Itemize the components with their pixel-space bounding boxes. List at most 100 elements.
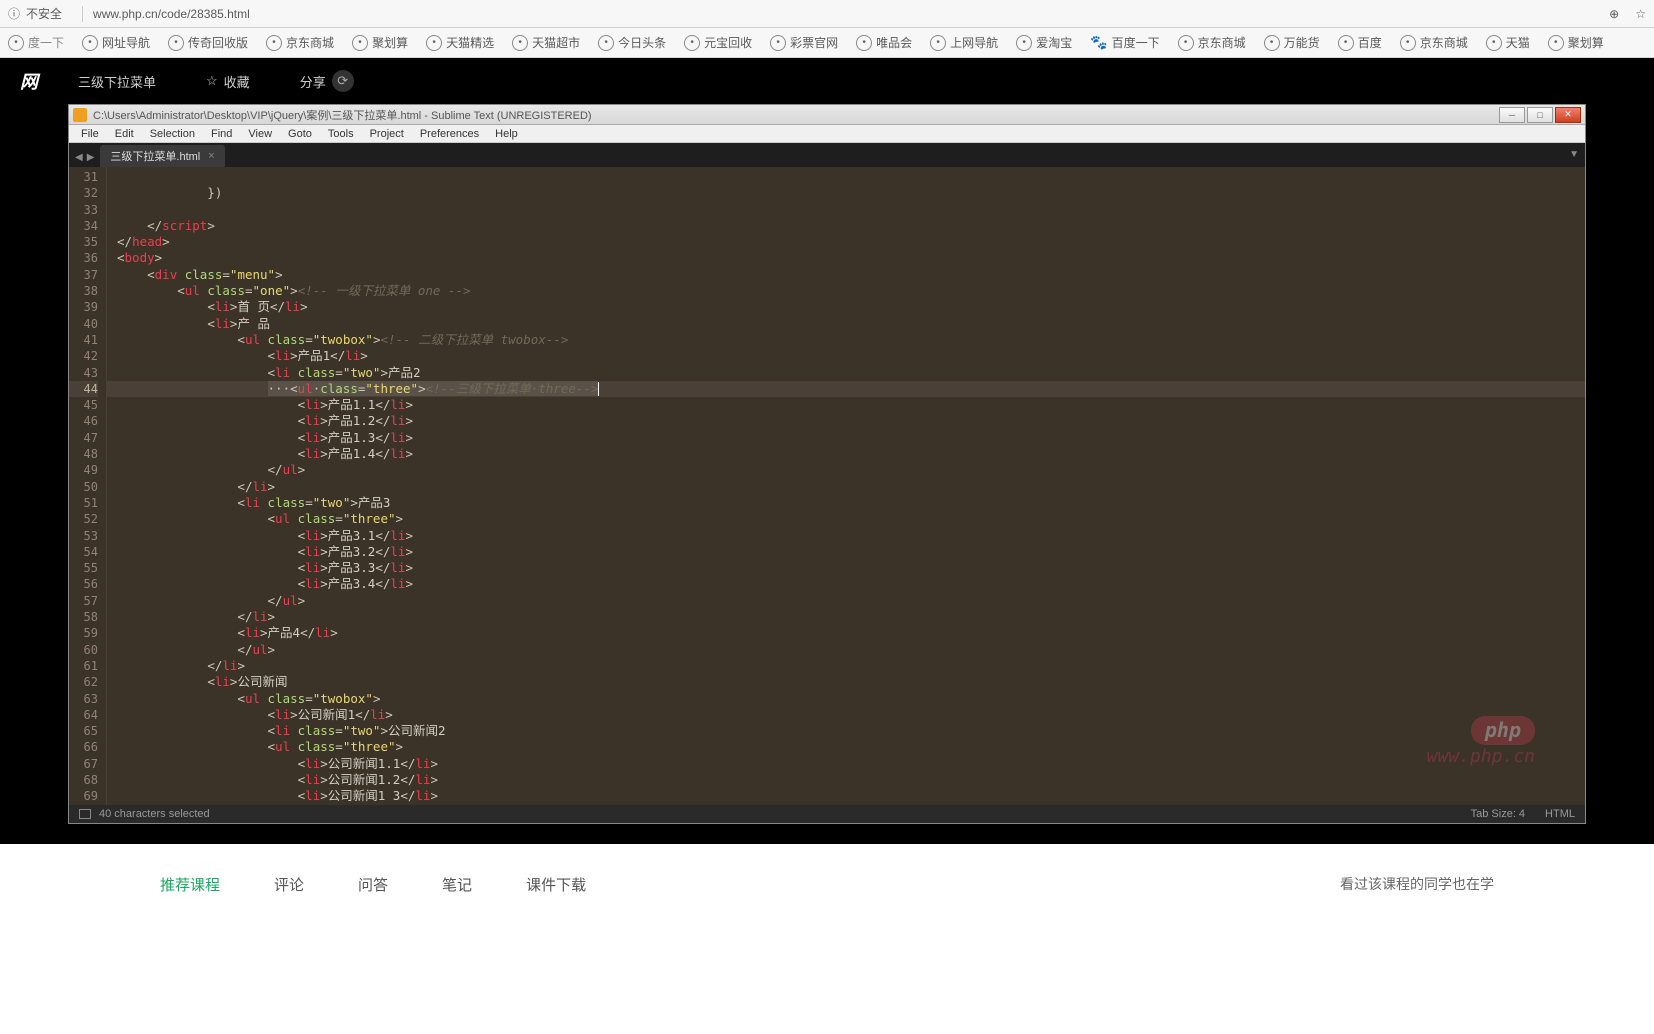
- bookmark-item[interactable]: •京东商城: [1400, 34, 1468, 51]
- menu-find[interactable]: Find: [203, 128, 240, 140]
- bookmark-item[interactable]: •京东商城: [1178, 34, 1246, 51]
- code-line[interactable]: <li>产品1</li>: [107, 348, 1585, 364]
- code-line[interactable]: </li>: [107, 479, 1585, 495]
- tab-nav-back-icon[interactable]: ◀: [75, 152, 83, 163]
- code-area[interactable]: }) </script></head><body> <div class="me…: [107, 167, 1585, 805]
- code-line[interactable]: <li class="two">产品3: [107, 495, 1585, 511]
- bookmark-item[interactable]: •今日头条: [598, 34, 666, 51]
- code-line[interactable]: <li>公司新闻: [107, 674, 1585, 690]
- site-logo[interactable]: 网: [20, 68, 38, 94]
- code-line[interactable]: <li>产品4</li>: [107, 625, 1585, 641]
- code-line[interactable]: <li>产品1.4</li>: [107, 446, 1585, 462]
- bookmark-item[interactable]: •万能货: [1264, 34, 1320, 51]
- footer-tab[interactable]: 问答: [358, 874, 388, 901]
- code-line[interactable]: </script>: [107, 218, 1585, 234]
- tab-nav-forward-icon[interactable]: ▶: [87, 152, 95, 163]
- menu-file[interactable]: File: [73, 128, 107, 140]
- code-line[interactable]: <li>产品1.3</li>: [107, 430, 1585, 446]
- code-line[interactable]: <li>公司新闻1.1</li>: [107, 756, 1585, 772]
- line-number: 43: [69, 365, 98, 381]
- footer-tab[interactable]: 评论: [274, 874, 304, 901]
- minimize-button[interactable]: ─: [1499, 107, 1525, 123]
- code-line[interactable]: </li>: [107, 609, 1585, 625]
- code-line[interactable]: <li class="two">公司新闻2: [107, 723, 1585, 739]
- status-language[interactable]: HTML: [1545, 808, 1575, 820]
- bookmark-item[interactable]: •天猫超市: [512, 34, 580, 51]
- line-number: 34: [69, 218, 98, 234]
- code-line[interactable]: <li>首 页</li>: [107, 299, 1585, 315]
- bookmark-item[interactable]: •彩票官网: [770, 34, 838, 51]
- code-line[interactable]: <li class="two">产品2: [107, 365, 1585, 381]
- bookmark-item[interactable]: •上网导航: [930, 34, 998, 51]
- menu-selection[interactable]: Selection: [142, 128, 203, 140]
- code-line[interactable]: <li>产品1.2</li>: [107, 413, 1585, 429]
- window-titlebar[interactable]: C:\Users\Administrator\Desktop\VIP\jQuer…: [69, 105, 1585, 125]
- code-line[interactable]: <li>产品3.2</li>: [107, 544, 1585, 560]
- code-line[interactable]: <li>产 品: [107, 316, 1585, 332]
- bookmark-item[interactable]: 🐾百度一下: [1090, 34, 1159, 51]
- code-line[interactable]: ···<ul·class="three"><!--三级下拉菜单·three-->: [107, 381, 1585, 397]
- editor[interactable]: 3132333435363738394041424344454647484950…: [69, 167, 1585, 805]
- bookmark-item[interactable]: •聚划算: [352, 34, 408, 51]
- url-text[interactable]: www.php.cn/code/28385.html: [93, 7, 1609, 21]
- code-line[interactable]: <li>产品1.1</li>: [107, 397, 1585, 413]
- nav-share[interactable]: 分享 ⟳: [300, 70, 354, 92]
- code-line[interactable]: <ul class="one"><!-- 一级下拉菜单 one -->: [107, 283, 1585, 299]
- tab-close-icon[interactable]: ×: [208, 150, 214, 162]
- bookmark-icon: •: [1178, 35, 1194, 51]
- bookmark-item[interactable]: •唯品会: [856, 34, 912, 51]
- close-button[interactable]: ✕: [1555, 107, 1581, 123]
- zoom-icon[interactable]: ⊕: [1609, 7, 1619, 21]
- code-line[interactable]: <div class="menu">: [107, 267, 1585, 283]
- bookmark-item[interactable]: •天猫: [1486, 34, 1530, 51]
- star-icon[interactable]: ☆: [1635, 7, 1646, 21]
- code-line[interactable]: <ul class="twobox">: [107, 691, 1585, 707]
- footer-tab[interactable]: 笔记: [442, 874, 472, 901]
- code-line[interactable]: <ul class="three">: [107, 511, 1585, 527]
- menu-help[interactable]: Help: [487, 128, 526, 140]
- nav-favorite[interactable]: ☆ 收藏: [206, 72, 250, 91]
- code-line[interactable]: </li>: [107, 658, 1585, 674]
- code-line[interactable]: <ul class="three">: [107, 739, 1585, 755]
- code-line[interactable]: <li>公司新闻1</li>: [107, 707, 1585, 723]
- code-line[interactable]: <li>公司新闻1.2</li>: [107, 772, 1585, 788]
- bookmark-item[interactable]: •度一下: [8, 34, 64, 51]
- menu-project[interactable]: Project: [362, 128, 412, 140]
- code-line[interactable]: }): [107, 185, 1585, 201]
- code-line[interactable]: </ul>: [107, 642, 1585, 658]
- bookmark-item[interactable]: •爱淘宝: [1016, 34, 1072, 51]
- menu-tools[interactable]: Tools: [320, 128, 362, 140]
- code-line[interactable]: <li>产品3.3</li>: [107, 560, 1585, 576]
- console-icon[interactable]: [79, 809, 91, 819]
- insecure-indicator[interactable]: ⓘ 不安全: [8, 5, 62, 22]
- bookmark-item[interactable]: •网址导航: [82, 34, 150, 51]
- bookmark-item[interactable]: •元宝回收: [684, 34, 752, 51]
- footer-tab[interactable]: 课件下载: [526, 874, 586, 901]
- menu-edit[interactable]: Edit: [107, 128, 142, 140]
- menu-preferences[interactable]: Preferences: [412, 128, 487, 140]
- code-line[interactable]: <li>产品3.4</li>: [107, 576, 1585, 592]
- code-line[interactable]: <body>: [107, 250, 1585, 266]
- tab-dropdown-icon[interactable]: ▼: [1569, 149, 1579, 160]
- code-line[interactable]: [107, 169, 1585, 185]
- code-line[interactable]: [107, 202, 1585, 218]
- code-line[interactable]: </ul>: [107, 462, 1585, 478]
- bookmark-item[interactable]: •天猫精选: [426, 34, 494, 51]
- status-tabsize[interactable]: Tab Size: 4: [1471, 808, 1525, 820]
- info-icon: ⓘ: [8, 5, 20, 22]
- bookmark-item[interactable]: •百度: [1338, 34, 1382, 51]
- menu-view[interactable]: View: [240, 128, 280, 140]
- code-line[interactable]: </ul>: [107, 593, 1585, 609]
- code-line[interactable]: <li>产品3.1</li>: [107, 528, 1585, 544]
- code-line[interactable]: <li>公司新闻1 3</li>: [107, 788, 1585, 804]
- bookmark-item[interactable]: •京东商城: [266, 34, 334, 51]
- code-line[interactable]: </head>: [107, 234, 1585, 250]
- menu-goto[interactable]: Goto: [280, 128, 320, 140]
- file-tab[interactable]: 三级下拉菜单.html ×: [100, 145, 224, 167]
- bookmark-item[interactable]: •聚划算: [1548, 34, 1604, 51]
- nav-breadcrumb[interactable]: 三级下拉菜单: [78, 72, 156, 91]
- bookmark-item[interactable]: •传奇回收版: [168, 34, 248, 51]
- code-line[interactable]: <ul class="twobox"><!-- 二级下拉菜单 twobox-->: [107, 332, 1585, 348]
- footer-tab[interactable]: 推荐课程: [160, 874, 220, 901]
- maximize-button[interactable]: □: [1527, 107, 1553, 123]
